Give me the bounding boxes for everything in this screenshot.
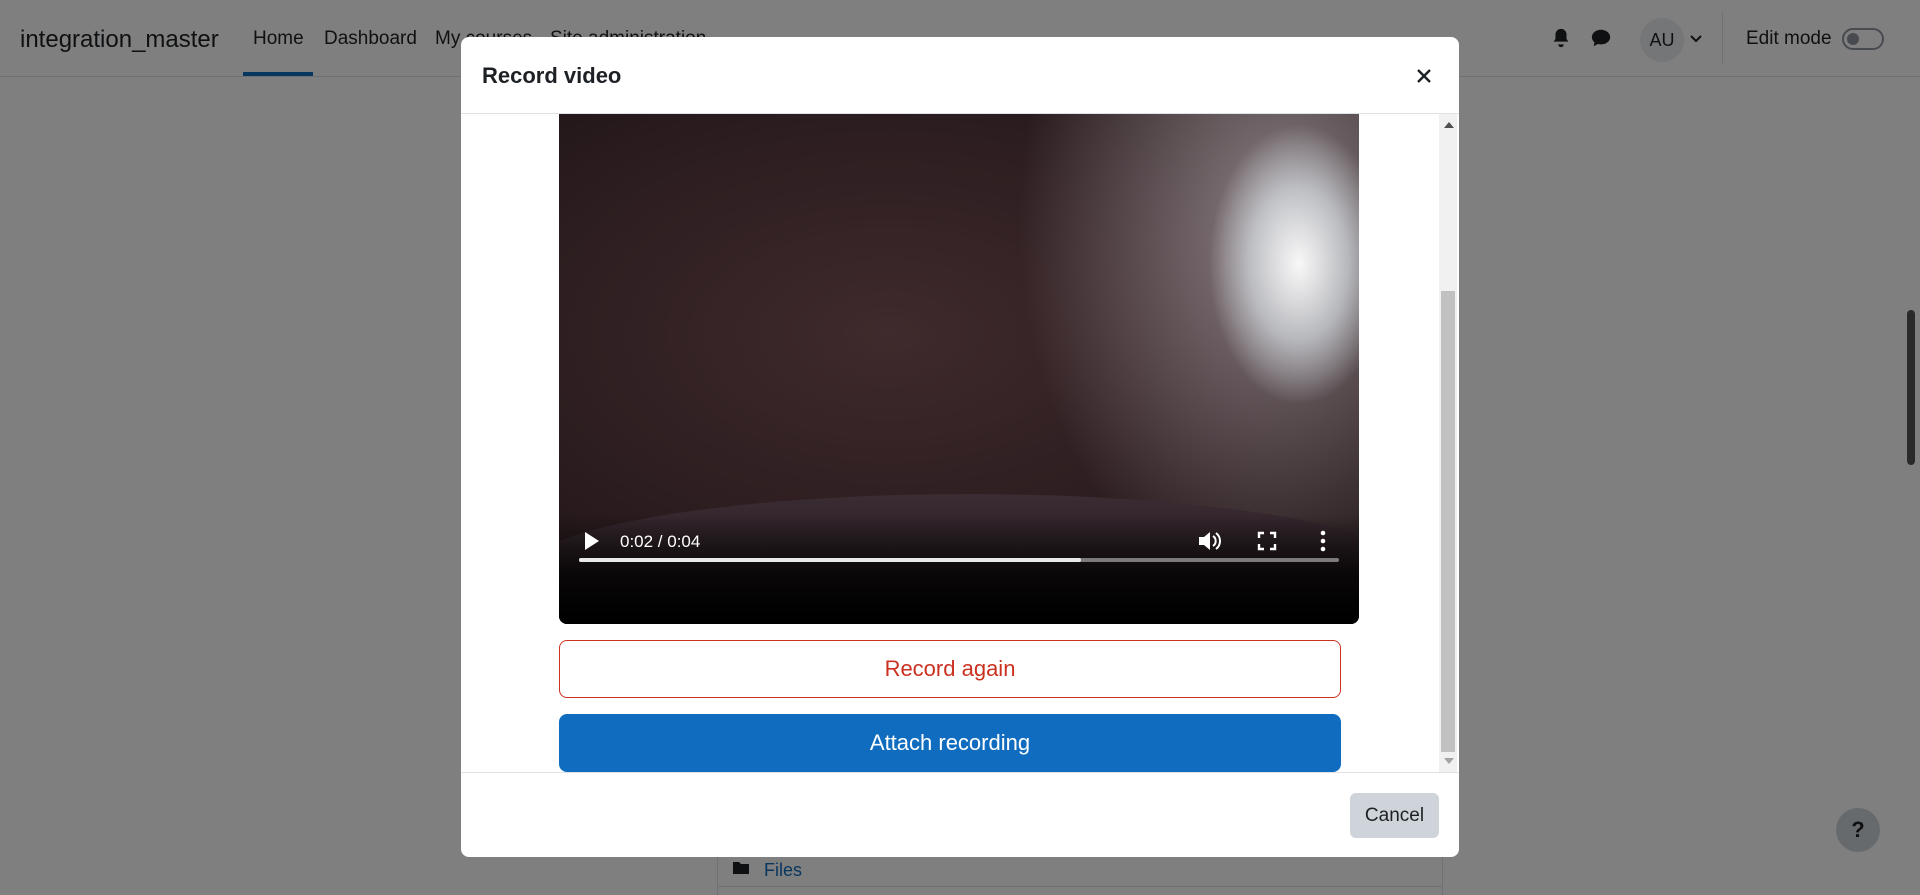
video-player[interactable]: 0:02 / 0:04 [559,114,1359,624]
modal-footer: Cancel [461,772,1459,857]
record-again-button[interactable]: Record again [559,640,1341,698]
video-progress-fill [579,558,1081,562]
modal-scrollbar[interactable] [1439,114,1457,772]
fullscreen-icon[interactable] [1257,531,1277,551]
record-video-modal: Record video 0:02 / 0:04 Record again At… [461,37,1459,857]
attach-recording-button[interactable]: Attach recording [559,714,1341,772]
modal-body: 0:02 / 0:04 Record again Attach recordin… [461,114,1459,772]
video-progress-bar[interactable] [579,558,1339,562]
video-controls [559,514,1359,624]
play-icon[interactable] [583,531,601,551]
cancel-button[interactable]: Cancel [1350,793,1439,838]
close-icon[interactable] [1413,65,1435,87]
modal-title: Record video [482,63,622,88]
volume-icon[interactable] [1197,530,1221,552]
scroll-up-arrow[interactable] [1444,122,1454,128]
more-options-icon[interactable] [1319,530,1327,552]
scroll-down-arrow[interactable] [1444,758,1454,764]
scrollbar-thumb[interactable] [1441,291,1455,752]
modal-header: Record video [461,37,1459,114]
video-time: 0:02 / 0:04 [620,532,701,551]
